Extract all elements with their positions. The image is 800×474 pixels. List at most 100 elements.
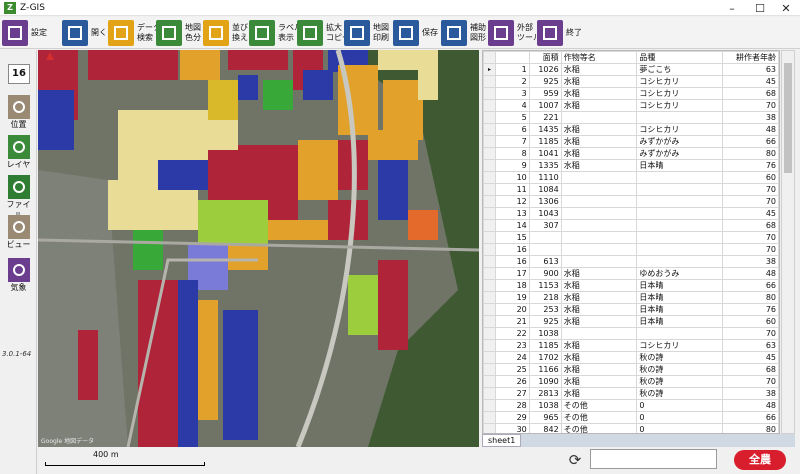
- table-cell[interactable]: 水稲: [560, 387, 638, 400]
- column-header[interactable]: 品種: [636, 51, 724, 64]
- table-cell[interactable]: その他: [560, 423, 638, 433]
- row-header[interactable]: [483, 159, 496, 172]
- table-cell[interactable]: [636, 255, 724, 268]
- table-row[interactable]: 16 613 38: [483, 255, 779, 268]
- table-cell[interactable]: 60: [722, 315, 779, 328]
- row-header[interactable]: [483, 411, 496, 424]
- table-cell[interactable]: 22: [494, 327, 530, 340]
- table-cell[interactable]: 38: [722, 387, 779, 400]
- table-cell[interactable]: 5: [494, 111, 530, 124]
- row-header[interactable]: [483, 327, 496, 340]
- table-row[interactable]: 28 1038 その他 0 48: [483, 399, 779, 412]
- table-cell[interactable]: 1041: [528, 147, 562, 160]
- table-cell[interactable]: 1306: [528, 195, 562, 208]
- row-header[interactable]: [483, 207, 496, 220]
- row-header[interactable]: [483, 147, 496, 160]
- sort-button[interactable]: 並び 換え: [203, 19, 248, 47]
- table-row[interactable]: 17 900 水稲 ゆめおうみ 48: [483, 267, 779, 280]
- table-cell[interactable]: 68: [722, 87, 779, 100]
- row-header[interactable]: [483, 255, 496, 268]
- aux-shape-button[interactable]: 補助 図形: [441, 19, 486, 47]
- table-cell[interactable]: 9: [494, 159, 530, 172]
- table-cell[interactable]: 16: [494, 255, 530, 268]
- table-cell[interactable]: 水稲: [560, 351, 638, 364]
- table-cell[interactable]: 925: [528, 75, 562, 88]
- table-cell[interactable]: みずかがみ: [636, 147, 724, 160]
- table-cell[interactable]: 8: [494, 147, 530, 160]
- row-header[interactable]: [483, 219, 496, 232]
- table-cell[interactable]: [636, 219, 724, 232]
- table-cell[interactable]: 925: [528, 315, 562, 328]
- row-header[interactable]: [483, 351, 496, 364]
- table-cell[interactable]: 1702: [528, 351, 562, 364]
- table-cell[interactable]: [560, 195, 638, 208]
- table-cell[interactable]: 1: [494, 63, 530, 76]
- table-cell[interactable]: 水稲: [560, 135, 638, 148]
- table-cell[interactable]: 48: [722, 399, 779, 412]
- table-cell[interactable]: [636, 243, 724, 256]
- table-cell[interactable]: 11: [494, 183, 530, 196]
- table-cell[interactable]: 80: [722, 291, 779, 304]
- close-button[interactable]: ✕: [772, 0, 800, 16]
- table-cell[interactable]: [528, 231, 562, 244]
- zennoh-logo[interactable]: 全農: [734, 450, 786, 470]
- row-header[interactable]: [483, 363, 496, 376]
- table-row[interactable]: 13 1043 45: [483, 207, 779, 220]
- table-cell[interactable]: 水稲: [560, 291, 638, 304]
- table-cell[interactable]: 水稲: [560, 279, 638, 292]
- table-cell[interactable]: 307: [528, 219, 562, 232]
- table-cell[interactable]: 70: [722, 243, 779, 256]
- table-cell[interactable]: 965: [528, 411, 562, 424]
- table-cell[interactable]: 253: [528, 303, 562, 316]
- table-cell[interactable]: [560, 231, 638, 244]
- table-row[interactable]: 23 1185 水稲 コシヒカリ 63: [483, 339, 779, 352]
- table-cell[interactable]: 66: [722, 411, 779, 424]
- refresh-icon[interactable]: ⟳: [566, 451, 584, 469]
- table-cell[interactable]: 28: [494, 399, 530, 412]
- table-cell[interactable]: 1038: [528, 399, 562, 412]
- layer-button[interactable]: レイヤ: [3, 135, 34, 170]
- table-row[interactable]: 2 925 水稲 コシヒカリ 45: [483, 75, 779, 88]
- table-cell[interactable]: 7: [494, 135, 530, 148]
- table-cell[interactable]: 17: [494, 267, 530, 280]
- row-header[interactable]: [483, 111, 496, 124]
- table-cell[interactable]: 27: [494, 387, 530, 400]
- table-cell[interactable]: 秋の詩: [636, 351, 724, 364]
- column-header[interactable]: 耕作者年齢: [722, 51, 779, 64]
- table-row[interactable]: 20 253 水稲 日本晴 76: [483, 303, 779, 316]
- table-cell[interactable]: [636, 171, 724, 184]
- map-print-button[interactable]: 地図 印刷: [344, 19, 389, 47]
- table-cell[interactable]: [636, 207, 724, 220]
- table-cell[interactable]: [636, 111, 724, 124]
- table-cell[interactable]: 70: [722, 183, 779, 196]
- label-display-button[interactable]: ラベル 表示: [249, 19, 302, 47]
- map-color-button[interactable]: 地図 色分: [156, 19, 201, 47]
- table-cell[interactable]: その他: [560, 411, 638, 424]
- table-cell[interactable]: 24: [494, 351, 530, 364]
- column-header[interactable]: [494, 51, 530, 64]
- table-cell[interactable]: その他: [560, 399, 638, 412]
- row-header[interactable]: [483, 267, 496, 280]
- table-cell[interactable]: [560, 219, 638, 232]
- table-cell[interactable]: 14: [494, 219, 530, 232]
- row-header[interactable]: [483, 399, 496, 412]
- table-cell[interactable]: 26: [494, 375, 530, 388]
- table-cell[interactable]: 秋の詩: [636, 387, 724, 400]
- table-row[interactable]: 8 1041 水稲 みずかがみ 80: [483, 147, 779, 160]
- table-cell[interactable]: 25: [494, 363, 530, 376]
- attribute-table[interactable]: 面積 作物等名 品種 耕作者年齢 ▸ 1 1026 水稲 夢ごこち 63 2 925 水稲 コシヒ…: [482, 50, 780, 434]
- aerial-map[interactable]: [38, 50, 479, 447]
- table-cell[interactable]: 日本晴: [636, 315, 724, 328]
- table-cell[interactable]: 夢ごこち: [636, 63, 724, 76]
- data-search-button[interactable]: データ 検索: [108, 19, 161, 47]
- table-cell[interactable]: 日本晴: [636, 303, 724, 316]
- table-cell[interactable]: 日本晴: [636, 291, 724, 304]
- map-view[interactable]: Google 地図データ: [38, 50, 479, 447]
- table-cell[interactable]: 水稲: [560, 339, 638, 352]
- table-cell[interactable]: 水稲: [560, 75, 638, 88]
- table-cell[interactable]: 日本晴: [636, 159, 724, 172]
- current-row-marker[interactable]: ▸: [483, 63, 496, 76]
- table-row[interactable]: 18 1153 水稲 日本晴 66: [483, 279, 779, 292]
- table-cell[interactable]: 38: [722, 111, 779, 124]
- table-cell[interactable]: 959: [528, 87, 562, 100]
